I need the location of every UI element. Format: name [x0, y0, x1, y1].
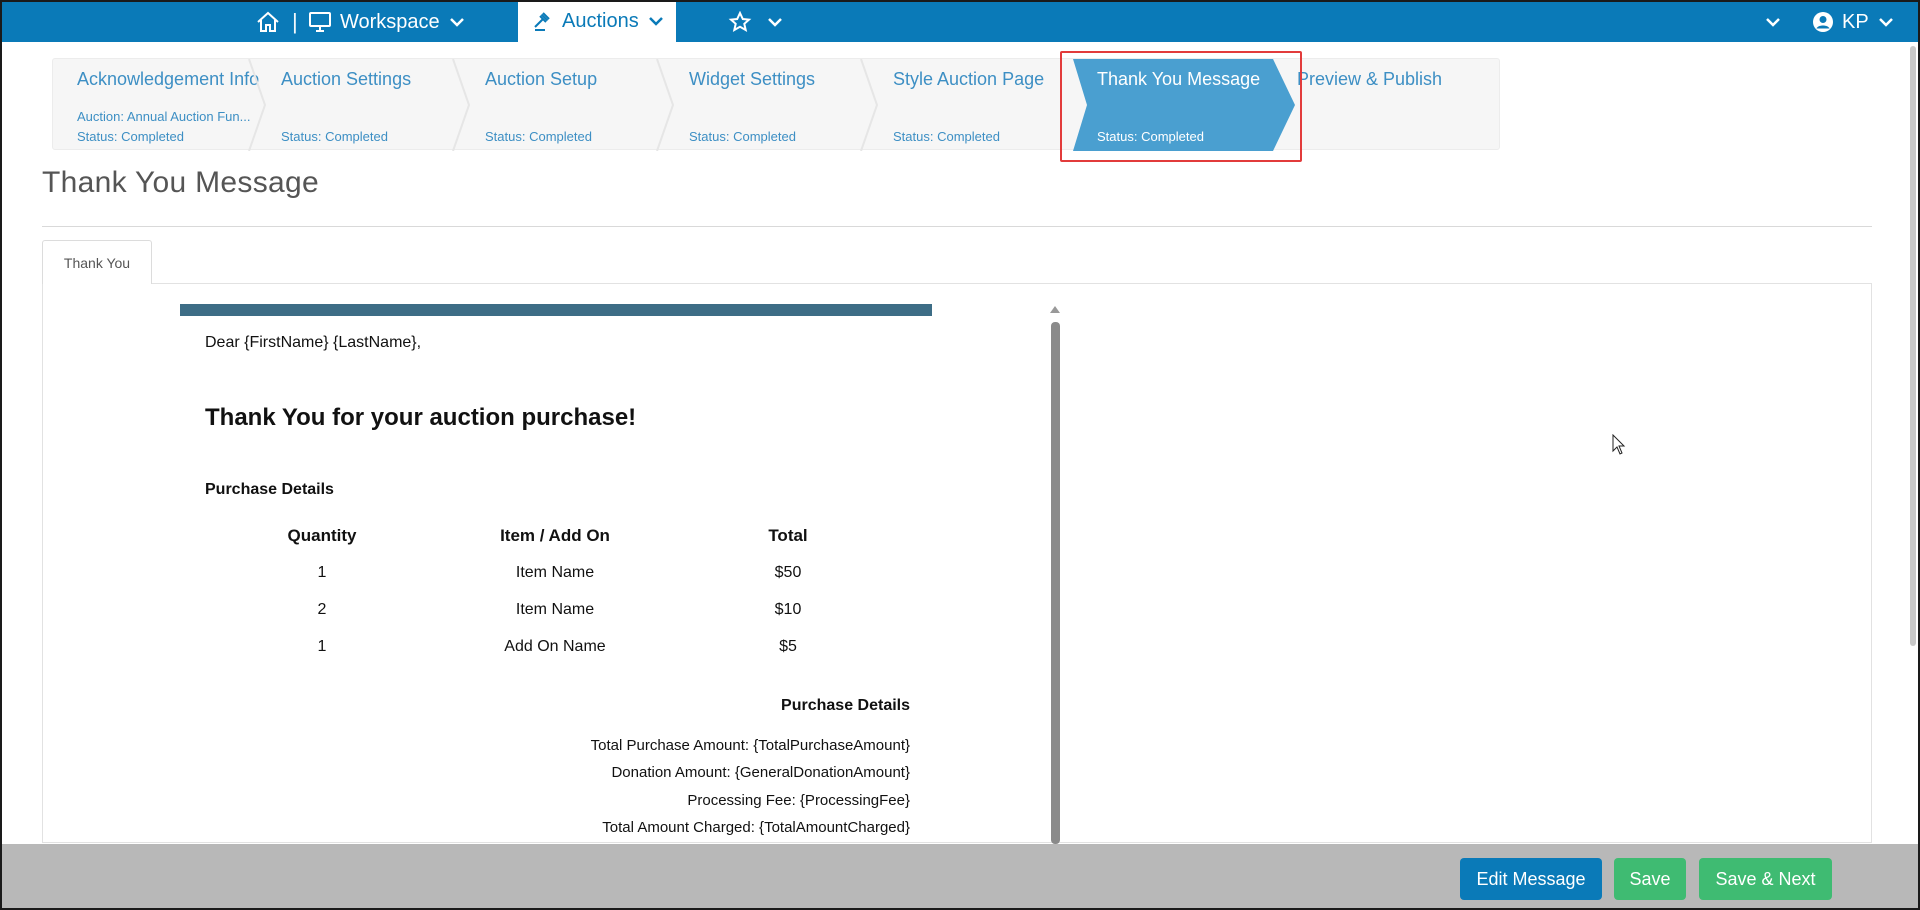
title-divider	[42, 226, 1872, 227]
preview-scrollbar[interactable]	[1051, 322, 1060, 844]
auctions-menu[interactable]: Auctions	[518, 2, 676, 42]
step-status: Status: Completed	[689, 129, 796, 144]
wizard-step-widget-settings[interactable]: Widget Settings Status: Completed	[665, 59, 879, 151]
table-cell-item: Item Name	[515, 601, 595, 618]
email-header-bar	[180, 304, 932, 316]
summary-line: Total Purchase Amount: {TotalPurchaseAmo…	[590, 737, 910, 754]
table-header-total: Total	[768, 526, 808, 545]
mouse-cursor-icon	[1612, 434, 1626, 455]
step-status: Status: Completed	[485, 129, 592, 144]
summary-line: Total Amount Charged: {TotalAmountCharge…	[602, 819, 910, 836]
step-status: Status: Completed	[77, 129, 184, 144]
workspace-label: Workspace	[340, 10, 440, 33]
page-scrollbar[interactable]	[1908, 42, 1918, 652]
wizard-step-auction-settings[interactable]: Auction Settings Status: Completed	[257, 59, 471, 151]
step-subtitle: Auction: Annual Auction Fun...	[77, 109, 251, 124]
scroll-up-arrow[interactable]	[1050, 306, 1060, 313]
home-icon[interactable]	[256, 11, 280, 33]
step-status: Status: Completed	[281, 129, 388, 144]
save-next-button[interactable]: Save & Next	[1699, 858, 1832, 900]
step-title: Widget Settings	[689, 69, 816, 89]
user-menu[interactable]: KP	[1812, 2, 1895, 42]
purchase-details-label: Purchase Details	[205, 481, 334, 498]
step-title: Auction Settings	[281, 69, 412, 89]
summary-line: Processing Fee: {ProcessingFee}	[687, 792, 910, 809]
wizard-step-auction-setup[interactable]: Auction Setup Status: Completed	[461, 59, 675, 151]
auctions-label: Auctions	[562, 9, 639, 32]
table-cell-total: $5	[779, 638, 797, 655]
user-initials: KP	[1842, 10, 1869, 33]
table-cell-quantity: 2	[317, 601, 327, 618]
table-cell-item: Add On Name	[504, 638, 606, 655]
gavel-icon	[532, 10, 554, 32]
wizard-step-preview-publish[interactable]: Preview & Publish	[1277, 59, 1497, 151]
table-cell-quantity: 1	[317, 564, 327, 581]
apps-dropdown[interactable]	[1764, 2, 1782, 42]
top-nav-bar: | Workspace Auctions KP	[2, 2, 1918, 42]
page-scrollbar-thumb[interactable]	[1910, 46, 1916, 646]
step-title: Acknowledgement Info	[77, 69, 260, 89]
save-button[interactable]: Save	[1614, 858, 1686, 900]
active-step-highlight	[1060, 51, 1302, 162]
chevron-down-icon	[647, 12, 665, 30]
edit-message-button[interactable]: Edit Message	[1460, 858, 1602, 900]
wizard-step-style-auction-page[interactable]: Style Auction Page Status: Completed	[869, 59, 1073, 151]
home-nav[interactable]: |	[256, 2, 298, 42]
email-preview: Dear {FirstName} {LastName}, Thank You f…	[180, 304, 932, 844]
summary-line: Donation Amount: {GeneralDonationAmount}	[611, 764, 910, 781]
table-cell-total: $50	[774, 564, 802, 581]
monitor-icon	[308, 11, 332, 33]
user-avatar-icon	[1812, 11, 1834, 33]
table-cell-quantity: 1	[317, 638, 327, 655]
wizard-step-acknowledgement-info[interactable]: Acknowledgement Info Auction: Annual Auc…	[53, 59, 267, 151]
step-title: Style Auction Page	[893, 69, 1045, 89]
email-headline: Thank You for your auction purchase!	[205, 404, 637, 431]
page-title: Thank You Message	[42, 166, 319, 199]
chevron-down-icon	[1764, 13, 1782, 31]
step-title: Auction Setup	[485, 69, 598, 89]
table-cell-item: Item Name	[515, 564, 595, 581]
summary-title: Purchase Details	[781, 697, 910, 714]
step-status: Status: Completed	[893, 129, 1000, 144]
star-icon	[728, 11, 752, 33]
nav-separator: |	[292, 9, 298, 34]
tab-thank-you[interactable]: Thank You	[42, 240, 152, 284]
table-header-quantity: Quantity	[287, 526, 357, 545]
chevron-down-icon	[1877, 13, 1895, 31]
email-greeting: Dear {FirstName} {LastName},	[205, 334, 422, 351]
table-cell-total: $10	[774, 601, 802, 618]
chevron-down-icon	[448, 13, 466, 31]
workspace-menu[interactable]: Workspace	[308, 2, 466, 42]
favorites-menu[interactable]	[728, 2, 784, 42]
chevron-down-icon	[766, 13, 784, 31]
step-title: Preview & Publish	[1297, 69, 1443, 89]
table-header-item: Item / Add On	[500, 526, 610, 545]
